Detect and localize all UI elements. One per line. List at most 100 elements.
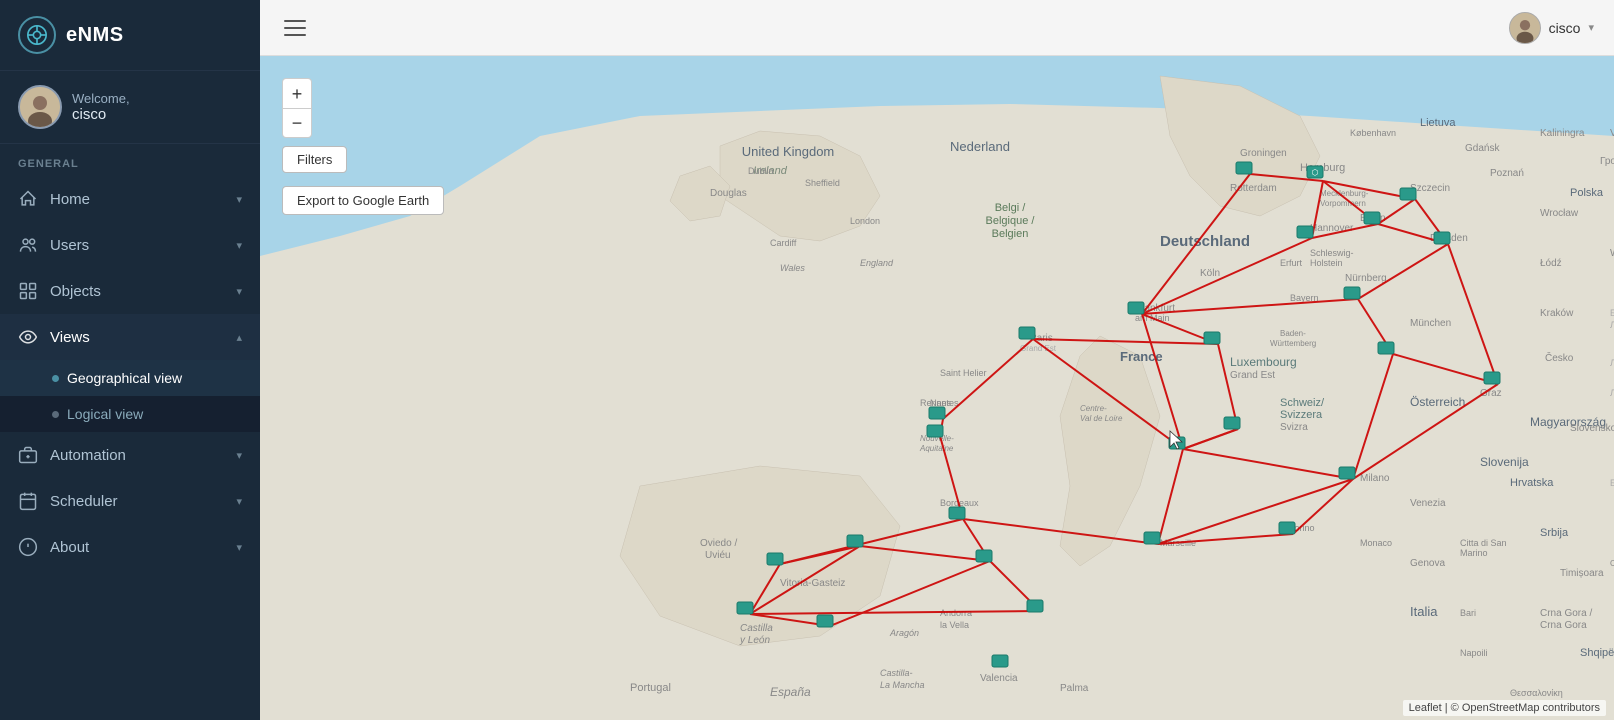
svg-text:Брест-: Брест-	[1610, 308, 1614, 318]
map-zoom-controls: + −	[282, 78, 312, 138]
svg-text:Wales: Wales	[780, 263, 805, 273]
svg-text:Österreich: Österreich	[1410, 395, 1465, 409]
svg-text:⬡: ⬡	[1312, 168, 1319, 177]
home-icon	[18, 189, 38, 209]
svg-text:Vilnius: Vilnius	[1610, 128, 1614, 139]
svg-text:Belgique /: Belgique /	[986, 215, 1036, 227]
sidebar-item-automation-label: Automation	[50, 447, 126, 464]
svg-text:Genova: Genova	[1410, 558, 1445, 569]
svg-text:Castilla-: Castilla-	[880, 668, 913, 678]
svg-text:Slovensko: Slovensko	[1570, 423, 1614, 434]
svg-text:Timișoara: Timișoara	[1560, 568, 1604, 579]
sidebar-item-automation[interactable]: Automation ▾	[0, 432, 260, 478]
automation-icon	[18, 445, 38, 465]
svg-text:Shqipëria: Shqipëria	[1580, 647, 1614, 659]
sidebar-item-home[interactable]: Home ▾	[0, 176, 260, 222]
svg-text:Italia: Italia	[1410, 604, 1438, 619]
svg-text:Castilla: Castilla	[740, 623, 773, 634]
sidebar-item-views-label: Views	[50, 329, 90, 346]
map-svg: United Kingdom Ireland Douglas Dublin Sh…	[260, 56, 1614, 720]
svg-text:Monaco: Monaco	[1360, 538, 1392, 548]
svg-text:Nederland: Nederland	[950, 139, 1010, 154]
logical-view-label: Logical view	[67, 406, 143, 422]
views-icon	[18, 327, 38, 347]
zoom-out-button[interactable]: −	[282, 108, 312, 138]
chevron-up-icon: ▴	[236, 331, 242, 344]
sidebar-item-objects-label: Objects	[50, 283, 101, 300]
export-to-google-earth-button[interactable]: Export to Google Earth	[282, 186, 444, 215]
filters-button[interactable]: Filters	[282, 146, 347, 173]
svg-text:Val de Loire: Val de Loire	[1080, 414, 1123, 423]
svg-text:Centre-: Centre-	[1080, 404, 1107, 413]
svg-text:Saint Helier: Saint Helier	[940, 368, 987, 378]
chevron-down-icon: ▾	[236, 449, 242, 462]
svg-text:la Vella: la Vella	[940, 620, 969, 630]
svg-text:Lietuva: Lietuva	[1420, 117, 1456, 129]
svg-text:Svizzera: Svizzera	[1280, 409, 1323, 421]
objects-icon	[18, 281, 38, 301]
sidebar-item-scheduler[interactable]: Scheduler ▾	[0, 478, 260, 524]
zoom-in-button[interactable]: +	[282, 78, 312, 108]
svg-text:Venezia: Venezia	[1410, 498, 1446, 509]
users-icon	[18, 235, 38, 255]
svg-text:Deutschland: Deutschland	[1160, 233, 1250, 250]
svg-text:Douglas: Douglas	[710, 188, 747, 199]
sidebar-item-objects[interactable]: Objects ▾	[0, 268, 260, 314]
user-menu[interactable]: cisco ▾	[1509, 12, 1594, 44]
svg-text:Baden-: Baden-	[1280, 329, 1306, 338]
svg-text:Литовск: Литовск	[1610, 320, 1614, 330]
svg-text:Hannover: Hannover	[1310, 223, 1354, 234]
svg-text:Gdańsk: Gdańsk	[1465, 143, 1500, 154]
sidebar-item-logical-view[interactable]: Logical view	[0, 396, 260, 432]
svg-text:Belgien: Belgien	[992, 228, 1029, 240]
topbar: cisco ▾	[260, 0, 1614, 56]
svg-text:Θεσσαλονίκη: Θεσσαλονίκη	[1510, 688, 1563, 698]
svg-text:C: C	[1610, 559, 1614, 568]
svg-text:Vitoria-Gasteiz: Vitoria-Gasteiz	[780, 578, 845, 589]
svg-text:Warszawa: Warszawa	[1610, 248, 1614, 259]
svg-text:Polska: Polska	[1570, 187, 1604, 199]
svg-text:Aquitaine: Aquitaine	[919, 444, 954, 453]
svg-text:Crna Gora /: Crna Gora /	[1540, 608, 1592, 619]
hamburger-button[interactable]	[280, 16, 310, 40]
map-container[interactable]: + − Filters Export to Google Earth Unite…	[260, 56, 1614, 720]
inactive-dot	[52, 411, 59, 418]
hamburger-line	[284, 34, 306, 36]
app-title: eNMS	[66, 24, 124, 47]
sidebar-item-home-label: Home	[50, 191, 90, 208]
app-logo-icon	[18, 16, 56, 54]
sidebar-item-users[interactable]: Users ▾	[0, 222, 260, 268]
svg-text:Kraków: Kraków	[1540, 308, 1574, 319]
svg-text:München: München	[1410, 318, 1451, 329]
sidebar-item-about[interactable]: About ▾	[0, 524, 260, 570]
svg-text:Wrocław: Wrocław	[1540, 208, 1579, 219]
svg-text:Sheffield: Sheffield	[805, 178, 840, 188]
chevron-down-icon: ▾	[236, 239, 242, 252]
svg-text:Луцьк: Луцьк	[1610, 358, 1614, 368]
svg-text:Valencia: Valencia	[980, 673, 1018, 684]
welcome-text: Welcome,	[72, 91, 130, 106]
svg-text:Württemberg: Württemberg	[1270, 339, 1316, 348]
username-text: cisco	[72, 106, 130, 123]
svg-text:Cardiff: Cardiff	[770, 238, 797, 248]
svg-text:Belgi /: Belgi /	[995, 202, 1027, 214]
svg-text:Köln: Köln	[1200, 268, 1220, 279]
svg-text:Srbija: Srbija	[1540, 527, 1569, 539]
user-section: Welcome, cisco	[0, 71, 260, 144]
svg-text:Vorpommern: Vorpommern	[1320, 199, 1366, 208]
views-submenu: Geographical view Logical view	[0, 360, 260, 432]
about-icon	[18, 537, 38, 557]
svg-text:Palma: Palma	[1060, 683, 1089, 694]
svg-text:y León: y León	[739, 635, 770, 646]
svg-text:Гродно: Гродно	[1600, 156, 1614, 167]
svg-text:Poznań: Poznań	[1490, 168, 1524, 179]
svg-text:Oviedo /: Oviedo /	[700, 538, 737, 549]
sidebar-item-views[interactable]: Views ▴	[0, 314, 260, 360]
sidebar-item-users-label: Users	[50, 237, 89, 254]
svg-text:Uviéu: Uviéu	[705, 550, 731, 561]
sidebar-item-scheduler-label: Scheduler	[50, 493, 118, 510]
topbar-username: cisco	[1549, 20, 1581, 36]
avatar	[18, 85, 62, 129]
svg-text:Schweiz/: Schweiz/	[1280, 397, 1325, 409]
sidebar-item-geographical-view[interactable]: Geographical view	[0, 360, 260, 396]
